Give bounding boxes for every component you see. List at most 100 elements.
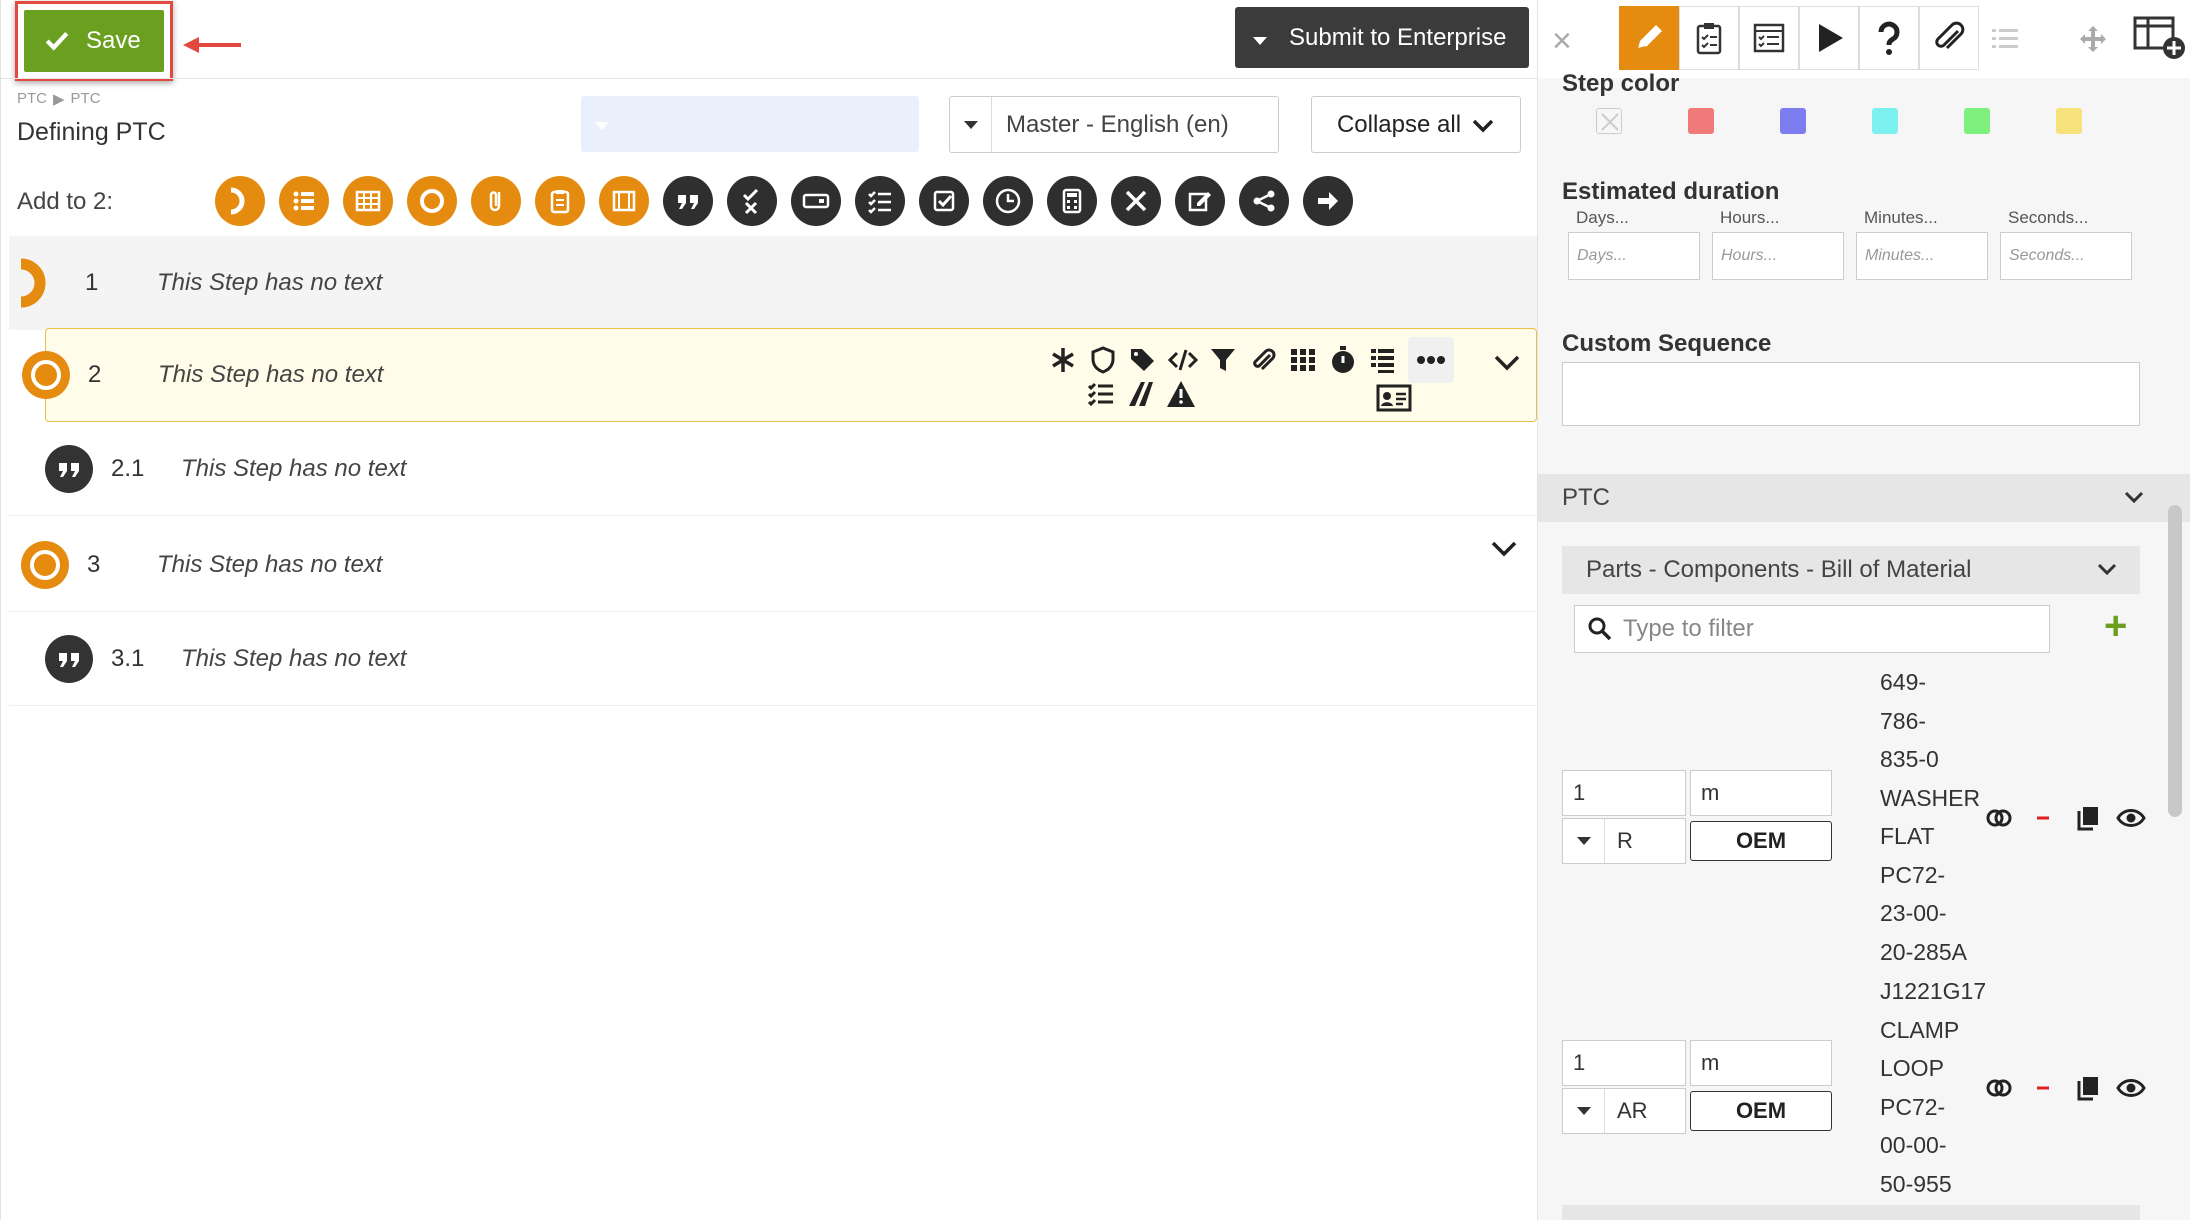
scrollbar-thumb[interactable] bbox=[2168, 505, 2182, 817]
swatch-none[interactable] bbox=[1596, 108, 1622, 134]
filter-input[interactable]: Type to filter bbox=[1574, 605, 2050, 653]
copy-icon[interactable] bbox=[2072, 1073, 2102, 1103]
custom-sequence-input[interactable] bbox=[1562, 362, 2140, 426]
swatch-red[interactable] bbox=[1688, 108, 1714, 134]
save-highlight: Save bbox=[15, 1, 173, 81]
step-row[interactable]: 3 This Step has no text bbox=[9, 518, 1537, 612]
road-icon[interactable] bbox=[1126, 379, 1156, 409]
language-caret[interactable] bbox=[950, 97, 992, 152]
seconds-input[interactable]: Seconds... bbox=[2000, 232, 2132, 280]
oem-button[interactable]: OEM bbox=[1690, 821, 1832, 861]
paperclip-icon[interactable] bbox=[1248, 345, 1278, 375]
tab-attachments[interactable] bbox=[1919, 6, 1979, 70]
step-row[interactable]: 3.1 This Step has no text bbox=[9, 612, 1537, 706]
table-add-button[interactable] bbox=[343, 176, 393, 226]
table-icon bbox=[355, 190, 381, 212]
task-list-icon[interactable] bbox=[1086, 379, 1116, 409]
warning-icon[interactable] bbox=[1166, 379, 1196, 409]
minus-icon[interactable] bbox=[2028, 1073, 2058, 1103]
hours-input[interactable]: Hours... bbox=[1712, 232, 1844, 280]
part-type-select[interactable]: R bbox=[1562, 818, 1686, 864]
minus-icon[interactable] bbox=[2028, 803, 2058, 833]
checkbox-add-button[interactable] bbox=[919, 176, 969, 226]
checklist-add-button[interactable] bbox=[535, 176, 585, 226]
bom-label: Parts - Components - Bill of Material bbox=[1586, 556, 1972, 583]
film-icon bbox=[612, 190, 636, 212]
swatch-cyan[interactable] bbox=[1872, 108, 1898, 134]
chevron-down-icon[interactable] bbox=[1489, 533, 1519, 563]
panel-toolbar: × bbox=[1538, 0, 2190, 78]
chevron-down-icon[interactable] bbox=[1492, 347, 1522, 377]
toggle-icon[interactable] bbox=[1984, 803, 2014, 833]
oem-button[interactable]: OEM bbox=[1690, 1091, 1832, 1131]
branch-add-button[interactable] bbox=[1239, 176, 1289, 226]
ptc-section-header[interactable]: PTC bbox=[1538, 474, 2190, 522]
part-actions bbox=[1984, 1073, 2146, 1103]
tools-add-button[interactable] bbox=[1111, 176, 1161, 226]
toggle-icon[interactable] bbox=[1984, 1073, 2014, 1103]
copy-icon[interactable] bbox=[2072, 803, 2102, 833]
eye-icon[interactable] bbox=[2116, 803, 2146, 833]
next-section-header[interactable] bbox=[1562, 1205, 2140, 1220]
ring-icon bbox=[420, 189, 444, 213]
collapse-all-button[interactable]: Collapse all bbox=[1311, 96, 1521, 153]
ring-add-button[interactable] bbox=[407, 176, 457, 226]
check-x-add-button[interactable] bbox=[727, 176, 777, 226]
clipboard-icon bbox=[550, 190, 570, 214]
goto-add-button[interactable] bbox=[1303, 176, 1353, 226]
breadcrumb-item[interactable]: PTC bbox=[71, 90, 101, 108]
shield-icon[interactable] bbox=[1088, 345, 1118, 375]
step-row-selected[interactable]: 2 This Step has no text bbox=[22, 328, 1537, 422]
tab-checklist[interactable] bbox=[1679, 6, 1739, 70]
swatch-blue[interactable] bbox=[1780, 108, 1806, 134]
timer-add-button[interactable] bbox=[983, 176, 1033, 226]
tab-edit[interactable] bbox=[1619, 6, 1679, 70]
tags-icon[interactable] bbox=[1128, 345, 1158, 375]
stopwatch-icon[interactable] bbox=[1328, 345, 1358, 375]
bom-section-header[interactable]: Parts - Components - Bill of Material bbox=[1562, 546, 2140, 594]
tab-help[interactable] bbox=[1859, 6, 1919, 70]
tab-form[interactable] bbox=[1739, 6, 1799, 70]
filter-icon[interactable] bbox=[1208, 345, 1238, 375]
checkbox-icon bbox=[933, 190, 955, 212]
part-unit-input[interactable]: m bbox=[1690, 1040, 1832, 1086]
part-qty-input[interactable]: 1 bbox=[1562, 1040, 1686, 1086]
blank-select[interactable] bbox=[581, 96, 919, 152]
edit-add-button[interactable] bbox=[1175, 176, 1225, 226]
days-input[interactable]: Days... bbox=[1568, 232, 1700, 280]
breadcrumb-item[interactable]: PTC bbox=[17, 90, 47, 108]
part-unit-input[interactable]: m bbox=[1690, 770, 1832, 816]
eye-icon[interactable] bbox=[2116, 1073, 2146, 1103]
close-icon[interactable]: × bbox=[1552, 22, 1572, 61]
half-ring-add-button[interactable] bbox=[215, 176, 265, 226]
add-to-label: Add to 2: bbox=[17, 188, 114, 215]
quote-add-button[interactable] bbox=[663, 176, 713, 226]
attachment-add-button[interactable] bbox=[471, 176, 521, 226]
part-type-select[interactable]: AR bbox=[1562, 1088, 1686, 1134]
code-icon[interactable] bbox=[1168, 345, 1198, 375]
add-part-icon[interactable]: + bbox=[2104, 604, 2127, 649]
save-button[interactable]: Save bbox=[24, 10, 164, 72]
more-options-button[interactable] bbox=[1408, 337, 1454, 383]
step-row[interactable]: 2.1 This Step has no text bbox=[9, 422, 1537, 516]
grid-icon[interactable] bbox=[1288, 345, 1318, 375]
minutes-input[interactable]: Minutes... bbox=[1856, 232, 1988, 280]
part-qty-input[interactable]: 1 bbox=[1562, 770, 1686, 816]
asterisk-icon[interactable] bbox=[1048, 345, 1078, 375]
swatch-green[interactable] bbox=[1964, 108, 1990, 134]
input-add-button[interactable] bbox=[791, 176, 841, 226]
list-ordered-icon[interactable] bbox=[1368, 345, 1398, 375]
step-tools-top bbox=[1048, 337, 1454, 383]
submit-enterprise-button[interactable]: Submit to Enterprise bbox=[1235, 7, 1529, 68]
tab-play[interactable] bbox=[1799, 6, 1859, 70]
language-select[interactable]: Master - English (en) bbox=[949, 96, 1279, 153]
swatch-yellow[interactable] bbox=[2056, 108, 2082, 134]
multi-check-add-button[interactable] bbox=[855, 176, 905, 226]
id-card-icon[interactable] bbox=[1376, 383, 1412, 413]
move-icon[interactable] bbox=[2078, 24, 2108, 54]
step-row[interactable]: 1 This Step has no text bbox=[9, 236, 1537, 330]
calculator-add-button[interactable] bbox=[1047, 176, 1097, 226]
add-panel-icon[interactable] bbox=[2132, 14, 2188, 62]
list-add-button[interactable] bbox=[279, 176, 329, 226]
media-add-button[interactable] bbox=[599, 176, 649, 226]
